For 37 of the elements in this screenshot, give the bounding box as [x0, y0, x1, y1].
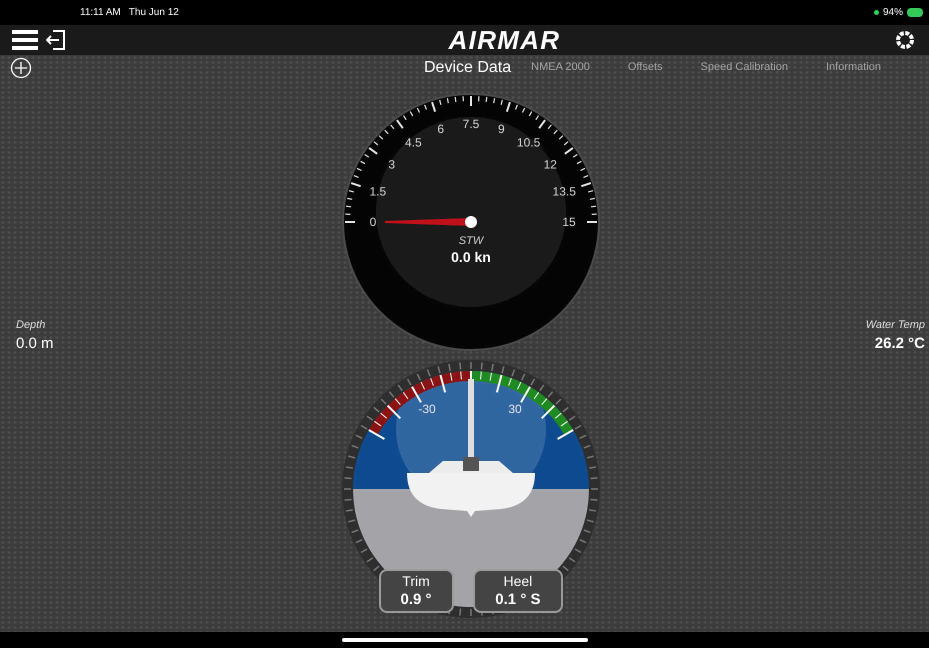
scale-label: 30	[508, 402, 522, 416]
depth-label: Depth	[16, 318, 46, 332]
temperature-value: 26.2 °C	[874, 334, 925, 354]
scale-label: 13.5	[552, 184, 576, 199]
scale-label: 9	[497, 122, 504, 136]
tab[interactable]: Offsets	[628, 59, 663, 76]
readout-value: 0.9 °	[400, 590, 432, 610]
scale-label: 12	[543, 157, 556, 172]
depth-value: 0.0 m	[16, 334, 54, 354]
scale-label: 4.5	[404, 136, 422, 150]
indicator-icon	[874, 10, 879, 15]
status-time: 11:11 AM	[80, 6, 121, 20]
readout-label: Trim	[402, 573, 430, 590]
tab[interactable]: Device Data	[424, 56, 512, 80]
exit-icon[interactable]	[46, 29, 66, 51]
tab[interactable]: Information	[826, 59, 881, 76]
scale-label: 7.5	[462, 117, 479, 131]
scale-label: 6	[436, 122, 444, 136]
tab[interactable]: Speed Calibration	[700, 59, 788, 76]
scale-label: 0	[369, 215, 376, 229]
scale-label: 10.5	[516, 136, 540, 150]
readout-label: Heel	[504, 573, 532, 590]
scale-label: 3	[388, 157, 395, 172]
status-date: Thu Jun 12	[128, 6, 179, 20]
tab[interactable]: NMEA 2000	[531, 59, 590, 76]
battery-icon	[907, 8, 923, 17]
readout-value: 0.1 ° S	[495, 590, 540, 610]
menu-icon[interactable]	[12, 29, 38, 51]
scale-label: 1.5	[368, 184, 386, 199]
temperature-label: Water Temp	[866, 318, 925, 332]
logo: AIRMAR	[448, 24, 560, 56]
add-icon[interactable]	[10, 56, 32, 78]
scale-label: 15	[562, 215, 576, 229]
gauge-value: 0.0 kn	[450, 249, 490, 265]
gauge-label: STW	[458, 235, 483, 247]
scale-label: -30	[418, 402, 436, 416]
battery-text: 94%	[882, 6, 903, 20]
